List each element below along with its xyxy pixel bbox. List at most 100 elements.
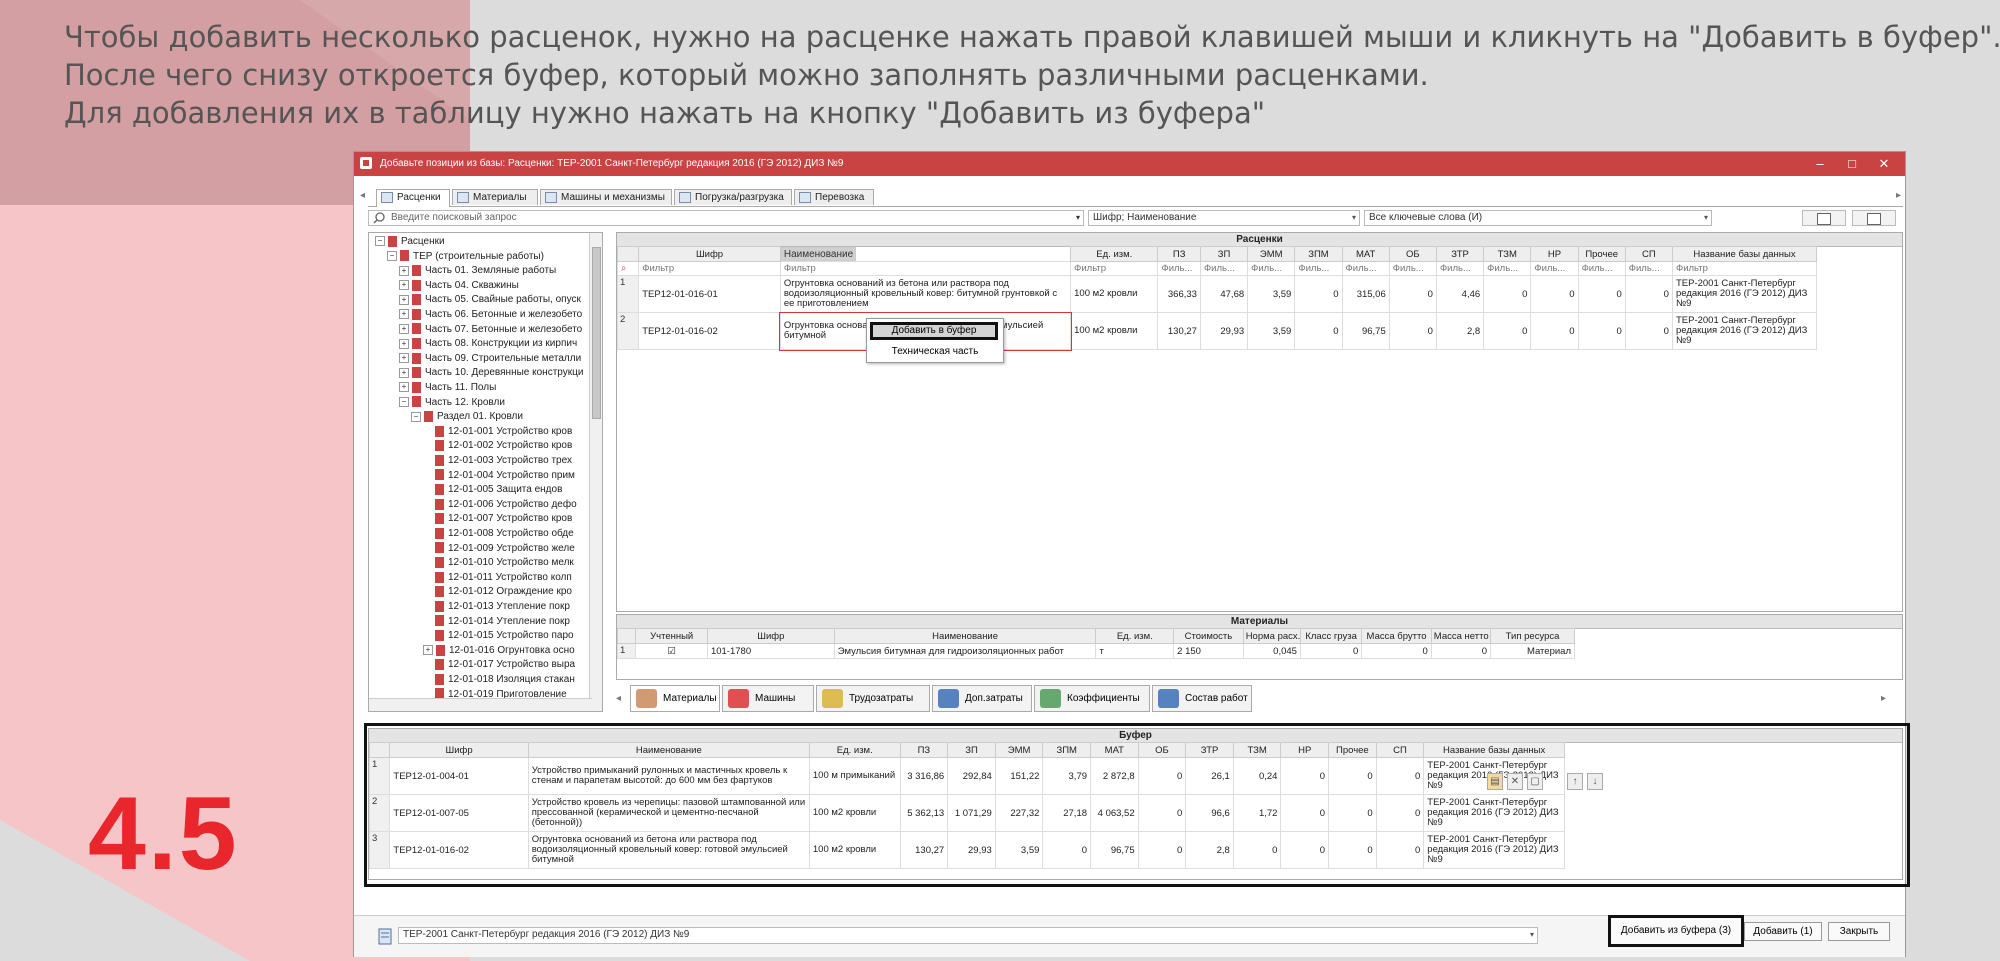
add-from-buffer-button[interactable]: Добавить из буфера (3) — [1608, 915, 1744, 947]
tab-machines[interactable]: Машины и механизмы — [540, 189, 672, 205]
column-header[interactable]: ТЗМ — [1483, 246, 1532, 262]
filter-input[interactable]: Филь... — [1341, 261, 1390, 276]
maximize-button[interactable]: □ — [1837, 154, 1867, 174]
tree-node[interactable]: 12-01-002 Устройство кров — [423, 439, 572, 453]
expand-icon[interactable]: + — [399, 338, 409, 349]
tree-node[interactable]: + Часть 05. Свайные работы, опуск — [399, 293, 581, 307]
copy-icon[interactable]: ▢ — [1527, 773, 1543, 790]
menu-item-technical-part[interactable]: Техническая часть — [867, 343, 1003, 361]
column-header[interactable]: Стоимость — [1173, 628, 1244, 644]
filter-input[interactable]: Филь... — [1199, 261, 1249, 276]
expand-icon[interactable]: + — [399, 353, 409, 364]
tab-scroll-right-icon[interactable]: ▸ — [1896, 190, 1901, 201]
filter-input[interactable]: Фильтр — [779, 261, 1072, 276]
column-header[interactable]: Масса брутто — [1361, 628, 1432, 644]
column-header[interactable]: Ед. изм. — [1095, 628, 1175, 644]
close-button[interactable]: Закрыть — [1828, 922, 1890, 941]
table-row[interactable]: 2ТЕР12-01-016-02Огрунтовка основани... в… — [617, 311, 1818, 351]
tab-scroll-right-icon[interactable]: ▸ — [1881, 693, 1886, 704]
tree-node[interactable]: 12-01-003 Устройство трех — [423, 454, 572, 468]
tree-node[interactable]: 12-01-017 Устройство выра — [423, 658, 575, 672]
column-header[interactable]: Учтенный — [635, 628, 708, 644]
tree-node[interactable]: 12-01-007 Устройство кров — [423, 512, 572, 526]
filter-input[interactable]: Фильтр — [638, 261, 781, 276]
tree-node[interactable]: 12-01-018 Изоляция стакан — [423, 673, 575, 687]
column-header[interactable]: ПЗ — [1157, 246, 1201, 262]
tab-transport[interactable]: Перевозка — [794, 189, 874, 205]
keyword-mode-select[interactable]: Все ключевые слова (И) ▾ — [1364, 210, 1712, 226]
filter-input[interactable]: Филь... — [1157, 261, 1201, 276]
column-header[interactable]: Наименование — [833, 628, 1097, 644]
paste-icon[interactable]: ▤ — [1487, 773, 1503, 790]
tree-node[interactable]: 12-01-012 Ограждение кро — [423, 585, 572, 599]
tab-detail-document[interactable]: Доп.затраты — [932, 685, 1032, 712]
tree-node[interactable]: 12-01-010 Устройство мелк — [423, 556, 574, 570]
column-header[interactable]: Наименование — [780, 246, 857, 261]
tab-detail-tools[interactable]: Состав работ — [1152, 685, 1252, 712]
expand-icon[interactable]: + — [399, 280, 409, 291]
tree-scrollbar[interactable] — [589, 233, 602, 711]
tab-rates[interactable]: Расценки — [376, 189, 450, 207]
search-field-select[interactable]: Шифр; Наименование ▾ — [1088, 210, 1360, 226]
table-row[interactable]: 1 ТЕР12-01-016-01 Огрунтовка оснований из … — [617, 275, 1818, 313]
tab-detail-worker[interactable]: Трудозатраты — [816, 685, 930, 712]
filter-input[interactable]: Фильтр — [1070, 261, 1159, 276]
tree-node[interactable]: 12-01-009 Устройство желе — [423, 542, 575, 556]
filter-input[interactable]: Филь... — [1530, 261, 1579, 276]
filter-input[interactable]: Фильтр — [1671, 261, 1818, 276]
column-header[interactable]: Шифр — [706, 628, 835, 644]
tab-detail-materials[interactable]: Материалы — [630, 685, 720, 712]
column-header[interactable]: ОБ — [1388, 246, 1437, 262]
tree-node[interactable]: 12-01-006 Устройство дефо — [423, 498, 577, 512]
tree-node[interactable]: − ТЕР (строительные работы) — [387, 250, 544, 264]
filter-input[interactable]: Филь... — [1388, 261, 1437, 276]
arrow-up-icon[interactable]: ↑ — [1567, 773, 1583, 790]
add-button[interactable]: Добавить (1) — [1744, 922, 1822, 941]
tab-scroll-left-icon[interactable]: ◂ — [616, 693, 621, 704]
column-header[interactable]: Прочее — [1577, 246, 1626, 262]
column-header[interactable]: Название базы данных — [1671, 246, 1818, 262]
menu-item-add-to-buffer[interactable]: Добавить в буфер — [870, 322, 998, 340]
table-row[interactable]: 1 ☑ 101-1780 Эмульсия битумная для гидроизо… — [617, 643, 1575, 659]
expand-icon[interactable]: + — [399, 382, 409, 393]
column-header[interactable]: НР — [1530, 246, 1579, 262]
collapse-icon[interactable]: − — [399, 396, 409, 407]
column-header[interactable]: Шифр — [638, 246, 781, 262]
filter-input[interactable]: Филь... — [1247, 261, 1296, 276]
tab-scroll-left-icon[interactable]: ◂ — [360, 190, 365, 201]
tree-node[interactable]: 12-01-013 Утепление покр — [423, 600, 570, 614]
tab-detail-truck[interactable]: Машины — [722, 685, 814, 712]
collapse-icon[interactable]: − — [411, 411, 421, 422]
column-header[interactable]: ЗП — [1199, 246, 1249, 262]
print-button[interactable] — [1852, 210, 1896, 226]
column-header[interactable]: ЗТР — [1435, 246, 1485, 262]
tab-detail-chart[interactable]: Коэффициенты — [1034, 685, 1150, 712]
expand-icon[interactable]: + — [399, 294, 409, 305]
search-input[interactable]: Введите поисковый запрос ▾ — [368, 210, 1084, 226]
column-header[interactable]: МАТ — [1341, 246, 1390, 262]
tree-node[interactable]: − Часть 12. Кровли — [399, 396, 505, 410]
tab-materials[interactable]: Материалы — [452, 189, 538, 205]
tree-node[interactable]: + Часть 11. Полы — [399, 381, 496, 395]
tree-node[interactable]: + Часть 07. Бетонные и железобето — [399, 323, 582, 337]
expand-icon[interactable]: + — [399, 367, 409, 378]
arrow-down-icon[interactable]: ↓ — [1587, 773, 1603, 790]
included-checkbox[interactable]: ☑ — [635, 643, 708, 659]
tree-node[interactable]: 12-01-008 Устройство обде — [423, 527, 574, 541]
column-header[interactable]: ЗПМ — [1294, 246, 1343, 262]
expand-icon[interactable]: + — [399, 265, 409, 276]
column-header[interactable]: Класс груза — [1299, 628, 1363, 644]
tree-node[interactable]: 12-01-015 Устройство паро — [423, 629, 574, 643]
minimize-button[interactable]: – — [1805, 154, 1835, 174]
tree-hscrollbar[interactable] — [369, 698, 592, 711]
tree-node[interactable]: 12-01-005 Защита ендов — [423, 483, 562, 497]
tree-node[interactable]: 12-01-004 Устройство прим — [423, 469, 575, 483]
tree-node[interactable]: − Раздел 01. Кровли — [411, 410, 523, 424]
filter-input[interactable]: Филь... — [1483, 261, 1532, 276]
tree-node[interactable]: 12-01-014 Утепление покр — [423, 615, 570, 629]
collapse-icon[interactable]: − — [387, 250, 397, 261]
tree-node[interactable]: + Часть 10. Деревянные конструкци — [399, 366, 583, 380]
tree-node[interactable]: + Часть 09. Строительные металли — [399, 352, 581, 366]
database-select[interactable]: ТЕР-2001 Санкт-Петербург редакция 2016 (… — [398, 927, 1538, 944]
filter-input[interactable]: Филь... — [1294, 261, 1343, 276]
